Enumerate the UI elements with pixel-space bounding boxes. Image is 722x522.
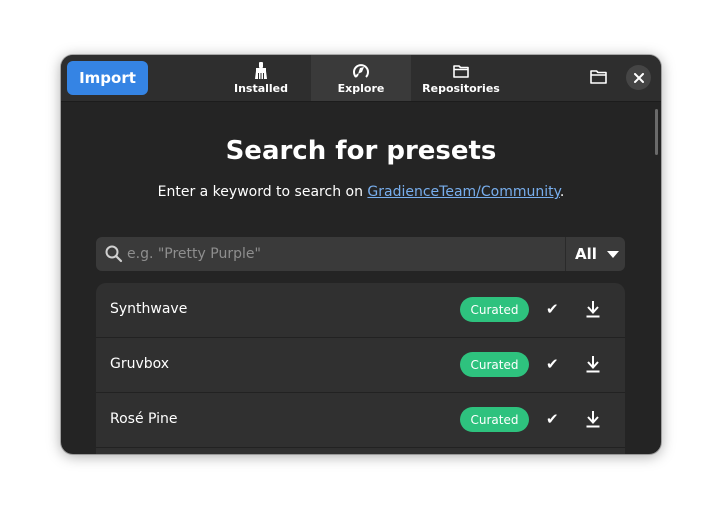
tab-repositories[interactable]: Repositories <box>411 55 511 101</box>
scrollbar[interactable] <box>655 109 658 155</box>
folder-open-icon <box>589 69 607 88</box>
preset-name: Gruvbox <box>110 356 170 372</box>
search-bar: e.g. "Pretty Purple" All <box>96 237 625 271</box>
header-bar: Import Installed Explore Repositories <box>61 55 661 102</box>
search-icon <box>105 245 123 267</box>
page-title: Search for presets <box>225 136 497 166</box>
page-subtitle: Enter a keyword to search on GradienceTe… <box>61 184 661 200</box>
download-icon <box>586 411 600 428</box>
open-folder-button[interactable] <box>586 67 610 89</box>
tab-repositories-label: Repositories <box>422 82 500 95</box>
filter-dropdown[interactable]: All <box>575 245 619 263</box>
explore-icon <box>352 62 370 80</box>
download-button[interactable] <box>585 355 601 377</box>
download-button[interactable] <box>585 300 601 322</box>
close-button[interactable] <box>626 65 651 90</box>
community-repo-link[interactable]: GradienceTeam/Community <box>367 184 560 200</box>
filter-dropdown-value: All <box>575 245 597 263</box>
chevron-down-icon <box>606 250 619 258</box>
subtitle-text: Enter a keyword to search on <box>157 184 368 200</box>
list-item: Rosé Pine Curated ✔ <box>96 393 625 448</box>
folder-icon <box>453 62 469 80</box>
preset-list: Synthwave Curated ✔ Gruvbox Curated ✔ Ro… <box>96 283 625 454</box>
search-divider <box>565 237 566 271</box>
app-window: Import Installed Explore Repositories Se… <box>61 55 661 454</box>
search-input[interactable]: e.g. "Pretty Purple" <box>127 246 261 262</box>
check-icon: ✔ <box>546 300 559 318</box>
check-icon: ✔ <box>546 355 559 373</box>
curated-badge: Curated <box>460 297 529 322</box>
tab-explore[interactable]: Explore <box>311 55 411 101</box>
curated-badge: Curated <box>460 352 529 377</box>
check-icon: ✔ <box>546 410 559 428</box>
tab-explore-label: Explore <box>337 82 385 95</box>
curated-badge: Curated <box>460 407 529 432</box>
brush-icon <box>253 62 269 80</box>
download-button[interactable] <box>585 410 601 432</box>
explore-page: Search for presets Enter a keyword to se… <box>61 102 661 454</box>
tab-installed[interactable]: Installed <box>211 55 311 101</box>
download-icon <box>586 356 600 373</box>
preset-name: Rosé Pine <box>110 411 178 427</box>
tab-installed-label: Installed <box>233 82 289 95</box>
download-icon <box>586 301 600 318</box>
list-item: Gruvbox Curated ✔ <box>96 338 625 393</box>
list-item: Synthwave Curated ✔ <box>96 283 625 338</box>
close-icon <box>633 68 644 87</box>
preset-name: Synthwave <box>110 301 188 317</box>
subtitle-period: . <box>559 184 565 200</box>
import-button[interactable]: Import <box>67 61 148 95</box>
